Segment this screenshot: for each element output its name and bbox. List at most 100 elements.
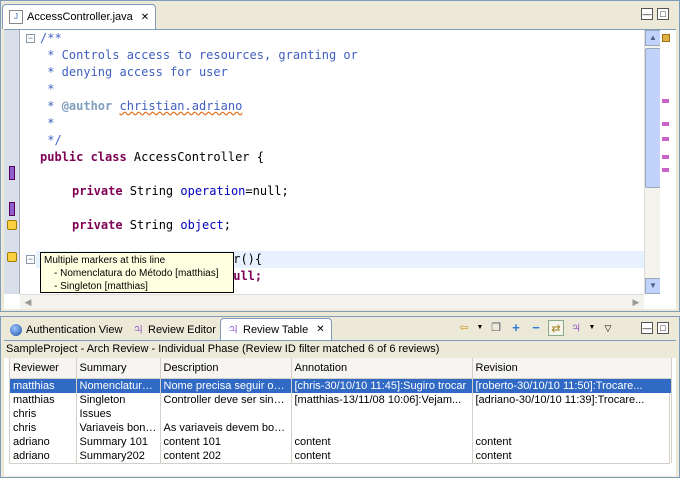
keyword: private <box>72 184 123 198</box>
table-row[interactable]: matthias Nomenclatura do Método Nome pre… <box>10 378 672 393</box>
editor-tab-label: AccessController.java <box>27 11 133 23</box>
keyword: public class <box>40 150 127 164</box>
overview-marker[interactable] <box>662 122 669 126</box>
code-line: public class AccessController { <box>40 149 264 166</box>
column-header-reviewer[interactable]: Reviewer <box>10 358 77 379</box>
minimize-icon[interactable]: — <box>641 322 653 334</box>
review-filter-status: SampleProject - Arch Review - Individual… <box>4 341 676 358</box>
table-row[interactable]: adriano Summary202 content 202 content c… <box>10 448 672 463</box>
minimize-icon[interactable]: — <box>641 8 653 20</box>
overview-warning-icon <box>662 34 670 42</box>
overview-marker[interactable] <box>662 155 669 159</box>
table-cell <box>472 406 672 421</box>
field-name: object <box>180 218 224 232</box>
field-name: operation <box>180 184 246 198</box>
scroll-thumb[interactable] <box>645 48 661 188</box>
comment-text: /** <box>40 31 62 45</box>
code-text-fragment: ; <box>223 218 231 232</box>
column-header-summary[interactable]: Summary <box>76 358 161 379</box>
horizontal-scrollbar[interactable]: ◀ ▶ <box>20 294 644 309</box>
table-cell: matthias <box>10 392 77 407</box>
link-editor-icon[interactable]: ⇄ <box>548 320 564 336</box>
table-cell: content <box>291 434 473 449</box>
tab-review-editor[interactable]: ♃ Review Editor <box>126 319 222 341</box>
column-header-description[interactable]: Description <box>160 358 292 379</box>
bookmark-icon[interactable] <box>9 166 15 180</box>
tab-authentication-view[interactable]: Authentication View <box>4 319 128 341</box>
fold-collapse-icon[interactable]: − <box>26 34 35 43</box>
code-line: private String object; <box>72 217 231 234</box>
jupiter-menu-icon[interactable]: ♃ <box>568 320 584 336</box>
dropdown-arrow-icon[interactable]: ▼ <box>476 320 484 336</box>
close-icon[interactable]: ✕ <box>141 12 149 23</box>
scroll-up-button[interactable]: ▲ <box>645 30 661 46</box>
scroll-right-button[interactable]: ▶ <box>628 295 644 309</box>
overview-marker[interactable] <box>662 168 669 172</box>
comment-text <box>112 99 119 113</box>
table-cell: Summary202 <box>76 448 161 463</box>
table-row[interactable]: adriano Summary 101 content 101 content … <box>10 434 672 449</box>
bookmark-icon[interactable] <box>9 202 15 216</box>
globe-icon <box>10 324 22 336</box>
table-row[interactable]: chris Issues <box>10 406 672 421</box>
comment-text: */ <box>40 133 62 147</box>
column-header-annotation[interactable]: Annotation <box>291 358 473 379</box>
table-cell: Singleton <box>76 392 161 407</box>
table-cell: As variaveis devem bonitas <box>160 420 292 435</box>
table-cell: Nomenclatura do Método <box>76 378 161 393</box>
table-cell <box>291 420 473 435</box>
overview-marker[interactable] <box>662 137 669 141</box>
dropdown-arrow-icon[interactable]: ▼ <box>588 320 596 336</box>
table-cell: [chris-30/10/10 11:45]:Sugiro trocar <box>291 378 473 393</box>
tooltip-item: - Nomenclatura do Método [matthias] <box>54 268 219 279</box>
overview-marker[interactable] <box>662 99 669 103</box>
comment-text: * <box>40 99 62 113</box>
marker-tooltip: Multiple markers at this line - Nomencla… <box>40 252 234 293</box>
close-icon[interactable]: ✕ <box>316 324 324 335</box>
table-cell: content <box>472 448 672 463</box>
warning-marker-icon[interactable] <box>7 220 17 230</box>
column-header-revision[interactable]: Revision <box>472 358 672 379</box>
view-menu-icon[interactable]: ▽ <box>600 320 616 336</box>
tab-label: Review Table <box>243 323 309 336</box>
code-line: * <box>40 115 54 132</box>
maximize-icon[interactable]: □ <box>657 8 669 20</box>
fold-collapse-icon[interactable]: − <box>26 255 35 264</box>
add-icon[interactable]: + <box>508 320 524 336</box>
table-cell: Variaveis bonitas <box>76 420 161 435</box>
jupiter-icon: ♃ <box>132 321 144 338</box>
tab-review-table[interactable]: ♃ Review Table ✕ <box>220 318 332 340</box>
code-text-fragment: =null; <box>245 184 289 198</box>
java-file-icon: J <box>9 10 23 24</box>
table-cell: Issues <box>76 406 161 421</box>
filter-icon[interactable]: ⇦ <box>456 320 472 336</box>
copy-icon[interactable]: ❐ <box>488 320 504 336</box>
table-row[interactable]: matthias Singleton Controller deve ser s… <box>10 392 672 407</box>
code-editor[interactable]: − − /** * Controls access to resources, … <box>4 29 676 309</box>
maximize-icon[interactable]: □ <box>657 322 669 334</box>
remove-icon[interactable]: − <box>528 320 544 336</box>
code-line: * @author christian.adriano <box>40 98 242 115</box>
code-line: * Controls access to resources, granting… <box>40 47 358 64</box>
code-line: private String operation=null; <box>72 183 289 200</box>
vertical-scrollbar[interactable]: ▲ ▼ <box>644 30 661 294</box>
comment-text: * denying access for user <box>40 65 228 79</box>
author-name: christian.adriano <box>119 99 243 113</box>
table-cell <box>291 406 473 421</box>
review-table: Reviewer Summary Description Annotation … <box>9 358 672 464</box>
comment-text: * Controls access to resources, granting… <box>40 48 358 62</box>
table-cell: chris <box>10 420 77 435</box>
table-cell: Summary 101 <box>76 434 161 449</box>
comment-text: * <box>40 116 55 130</box>
table-cell: content 202 <box>160 448 292 463</box>
scroll-down-button[interactable]: ▼ <box>645 278 661 294</box>
scroll-left-button[interactable]: ◀ <box>20 295 36 309</box>
tab-label: Review Editor <box>148 324 216 336</box>
editor-tab[interactable]: J AccessController.java ✕ <box>2 4 157 29</box>
jupiter-icon: ♃ <box>227 320 239 338</box>
warning-marker-icon[interactable] <box>7 252 17 262</box>
code-line: * denying access for user <box>40 64 228 81</box>
code-line: /** <box>40 30 62 47</box>
table-row[interactable]: chris Variaveis bonitas As variaveis dev… <box>10 420 672 435</box>
table-cell: adriano <box>10 434 77 449</box>
